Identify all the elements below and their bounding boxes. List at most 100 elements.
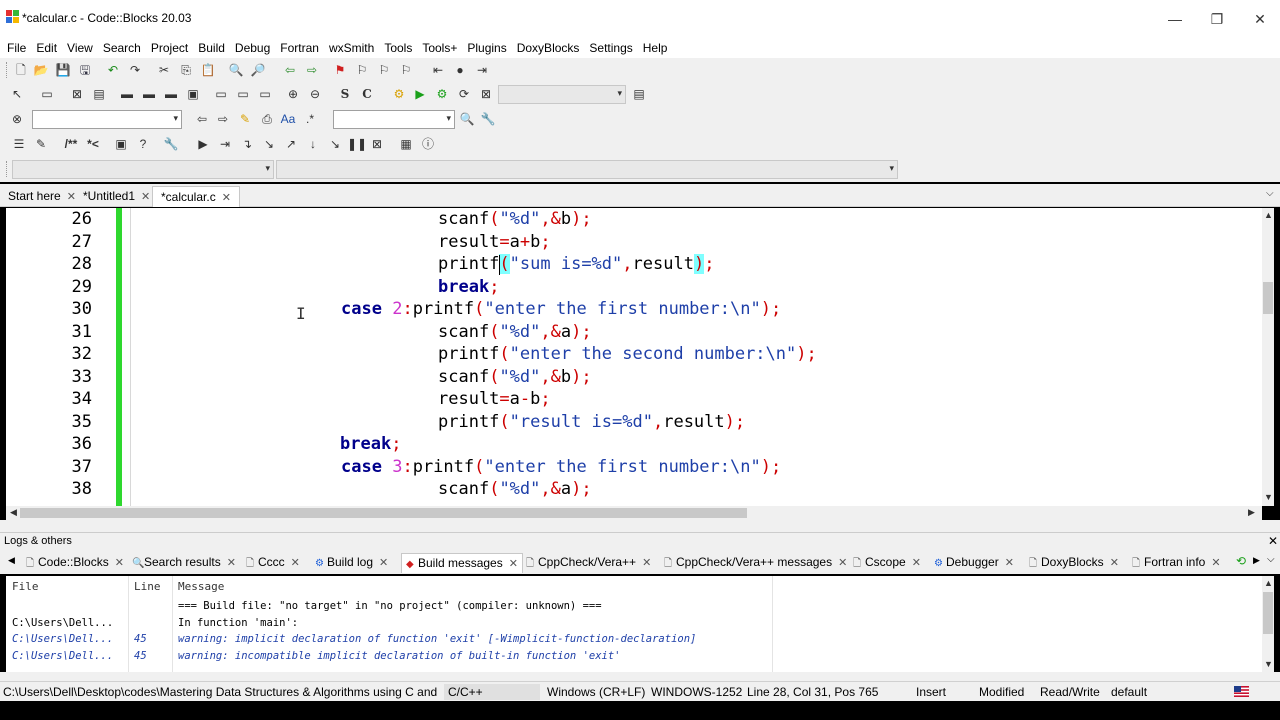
jump-back-icon[interactable]: ⇦ xyxy=(281,61,299,79)
menu-help[interactable]: Help xyxy=(638,38,673,58)
tabs-dropdown-icon[interactable]: ⌵ xyxy=(1266,188,1274,199)
editor-vertical-scrollbar[interactable]: ▲ ▼ xyxy=(1262,208,1274,506)
toolbar-grip[interactable] xyxy=(6,161,9,177)
code-line[interactable]: printf("enter the second number:\n"); xyxy=(438,344,817,364)
code-line[interactable]: scanf("%d",&a); xyxy=(438,322,592,342)
frame3-icon[interactable]: ▭ xyxy=(256,85,274,103)
scroll-down-icon[interactable]: ▼ xyxy=(1264,492,1273,502)
menu-doxyblocks[interactable]: DoxyBlocks xyxy=(512,38,585,58)
build-messages-list[interactable]: File Line Message === Build file: "no ta… xyxy=(6,576,1262,672)
table-cell-message[interactable]: warning: incompatible implicit declarati… xyxy=(178,650,621,662)
menu-wxsmith[interactable]: wxSmith xyxy=(324,38,379,58)
tab-close-icon[interactable]: ✕ xyxy=(222,192,231,204)
pause-icon[interactable]: ❚❚ xyxy=(347,135,367,153)
menu-search[interactable]: Search xyxy=(98,38,146,58)
widget-icon[interactable]: ⊠ xyxy=(68,85,86,103)
step-instruction-icon[interactable]: ↘ xyxy=(326,135,344,153)
run-icon[interactable]: ▶ xyxy=(411,85,429,103)
frame-icon[interactable]: ▭ xyxy=(212,85,230,103)
column-header-line[interactable]: Line xyxy=(134,580,161,593)
stop-icon[interactable]: ⊠ xyxy=(368,135,386,153)
match-case-icon[interactable]: Aa xyxy=(279,110,297,128)
code-line[interactable]: result=a-b; xyxy=(438,389,551,409)
logs-close-icon[interactable]: ✕ xyxy=(1268,534,1278,548)
doxy-extract-icon[interactable]: ✎ xyxy=(32,135,50,153)
find-next-icon[interactable]: ⇨ xyxy=(214,110,232,128)
step-into-icon[interactable]: ↘ xyxy=(260,135,278,153)
bookmark-prev-icon[interactable]: ⚐ xyxy=(353,61,371,79)
column-header-file[interactable]: File xyxy=(12,580,39,593)
tab-close-icon[interactable]: ✕ xyxy=(1005,557,1014,569)
tab-close-icon[interactable]: ✕ xyxy=(1211,557,1220,569)
scope-select[interactable]: ▾ xyxy=(12,160,274,179)
tab-close-icon[interactable]: ✕ xyxy=(115,557,124,569)
redo-icon[interactable]: ↷ xyxy=(126,61,144,79)
tab-close-icon[interactable]: ✕ xyxy=(1110,557,1119,569)
pointer-icon[interactable]: ↖ xyxy=(8,85,26,103)
scroll-thumb[interactable] xyxy=(1263,282,1273,314)
code-line[interactable]: result=a+b; xyxy=(438,232,551,252)
cut-icon[interactable]: ✂ xyxy=(155,61,173,79)
tab-close-icon[interactable]: ✕ xyxy=(141,191,150,203)
tab-close-icon[interactable]: ✕ xyxy=(509,558,518,570)
paste-icon[interactable]: 📋 xyxy=(199,61,217,79)
sizer4-icon[interactable]: ▣ xyxy=(184,85,202,103)
doxy-help-icon[interactable]: ? xyxy=(134,135,152,153)
next-instruction-icon[interactable]: ↓ xyxy=(304,135,322,153)
build-icon[interactable]: ⚙ xyxy=(390,85,408,103)
code-line[interactable]: break; xyxy=(340,434,401,454)
tab-close-icon[interactable]: ✕ xyxy=(227,557,236,569)
regex-icon[interactable]: .* xyxy=(301,110,319,128)
code-line[interactable]: break; xyxy=(438,277,499,297)
scroll-thumb[interactable] xyxy=(1263,592,1273,634)
log-back-icon[interactable]: ⟲ xyxy=(1236,554,1246,568)
column-header-message[interactable]: Message xyxy=(178,580,224,593)
menu-plugins[interactable]: Plugins xyxy=(462,38,511,58)
undo-icon[interactable]: ↶ xyxy=(104,61,122,79)
symbol-c-icon[interactable]: C xyxy=(358,85,376,103)
next-line-icon[interactable]: ↴ xyxy=(238,135,256,153)
tab-close-icon[interactable]: ✕ xyxy=(838,557,847,569)
table-cell-file[interactable]: C:\Users\Dell... xyxy=(12,633,113,645)
doxy-icon[interactable]: ☰ xyxy=(10,135,28,153)
code-line[interactable]: printf("sum is=%d",result); xyxy=(438,254,714,274)
open-icon[interactable]: 📂 xyxy=(32,61,50,79)
table-cell-line[interactable]: 45 xyxy=(134,633,147,645)
tab-close-icon[interactable]: ✕ xyxy=(642,557,651,569)
log-tab-build-messages[interactable]: ◆ Build messages ✕ xyxy=(401,553,523,573)
table-cell-file[interactable]: C:\Users\Dell... xyxy=(12,650,113,662)
menu-project[interactable]: Project xyxy=(146,38,193,58)
sizer-icon[interactable]: ▬ xyxy=(118,85,136,103)
log-tab-search-results[interactable]: 🔍Search results ✕ xyxy=(128,553,240,573)
highlight-icon[interactable]: ✎ xyxy=(236,110,254,128)
scroll-thumb[interactable] xyxy=(20,508,747,518)
selected-only-icon[interactable]: ⎙ xyxy=(258,110,276,128)
debug-windows-icon[interactable]: ▦ xyxy=(397,135,415,153)
symbol-s-icon[interactable]: S xyxy=(336,85,354,103)
zoom-in-icon[interactable]: ⊕ xyxy=(284,85,302,103)
abort-icon[interactable]: ⊠ xyxy=(477,85,495,103)
scroll-right-icon[interactable]: ▶ xyxy=(1248,507,1255,518)
log-tab-debugger[interactable]: ⚙ Debugger ✕ xyxy=(930,553,1018,573)
save-icon[interactable]: 💾 xyxy=(54,61,72,79)
frame2-icon[interactable]: ▭ xyxy=(234,85,252,103)
menu-fortran[interactable]: Fortran xyxy=(275,38,324,58)
run-to-cursor-icon[interactable]: ⇥ xyxy=(216,135,234,153)
splitter[interactable] xyxy=(0,520,1280,532)
scroll-up-icon[interactable]: ▲ xyxy=(1264,578,1273,588)
tabs-right-icon[interactable]: ▶ xyxy=(1253,555,1260,566)
log-tab-fortran-info[interactable]: 🗋 Fortran info ✕ xyxy=(1128,553,1225,573)
tab-start-here[interactable]: Start here ✕ xyxy=(0,186,84,207)
bookmark-toggle-icon[interactable]: ⚑ xyxy=(331,61,349,79)
comment-block-icon[interactable]: /** xyxy=(62,135,80,153)
menu-debug[interactable]: Debug xyxy=(230,38,275,58)
tabs-menu-icon[interactable]: ⌵ xyxy=(1267,554,1275,565)
comment-line-icon[interactable]: *< xyxy=(84,135,102,153)
rebuild-icon[interactable]: ⟳ xyxy=(455,85,473,103)
tab-close-icon[interactable]: ✕ xyxy=(379,557,388,569)
menu-view[interactable]: View xyxy=(62,38,98,58)
nav-prev-icon[interactable]: ⇤ xyxy=(429,61,447,79)
code-line[interactable]: printf("result is=%d",result); xyxy=(438,412,745,432)
symbol-search-combo[interactable]: ▾ xyxy=(333,110,455,129)
restore-button[interactable]: ❐ xyxy=(1197,8,1237,30)
